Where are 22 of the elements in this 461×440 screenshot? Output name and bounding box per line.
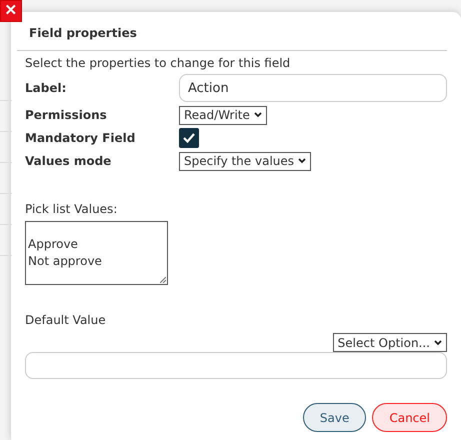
field-label: Values mode: [25, 154, 112, 168]
picklist-label: Pick list Values:: [25, 202, 118, 216]
close-button[interactable]: ✕: [0, 0, 22, 22]
field-label: Label:: [25, 81, 68, 95]
chevron-icon: [298, 158, 306, 164]
checkbox[interactable]: [179, 128, 199, 148]
checkmark-icon: [183, 133, 195, 143]
default-value-label: Default Value: [25, 313, 107, 327]
resize-grip-icon: [160, 277, 166, 283]
dropdown[interactable]: Read/Write: [179, 106, 267, 124]
save-button[interactable]: Save: [302, 403, 366, 432]
dropdown[interactable]: Specify the values: [179, 152, 312, 170]
chevron-icon: [254, 112, 262, 118]
label-field[interactable]: Action: [179, 74, 447, 102]
chevron-icon: [434, 340, 442, 346]
picklist-field[interactable]: Approve Not approve: [25, 221, 168, 285]
default-value-field[interactable]: [25, 352, 447, 379]
field-label: Permissions: [25, 108, 108, 122]
dialog-title: Field properties: [17, 12, 447, 51]
field-label: Mandatory Field: [25, 131, 136, 145]
dropdown[interactable]: Select Option...: [332, 333, 447, 352]
intro-text: Select the properties to change for this field: [25, 56, 292, 70]
